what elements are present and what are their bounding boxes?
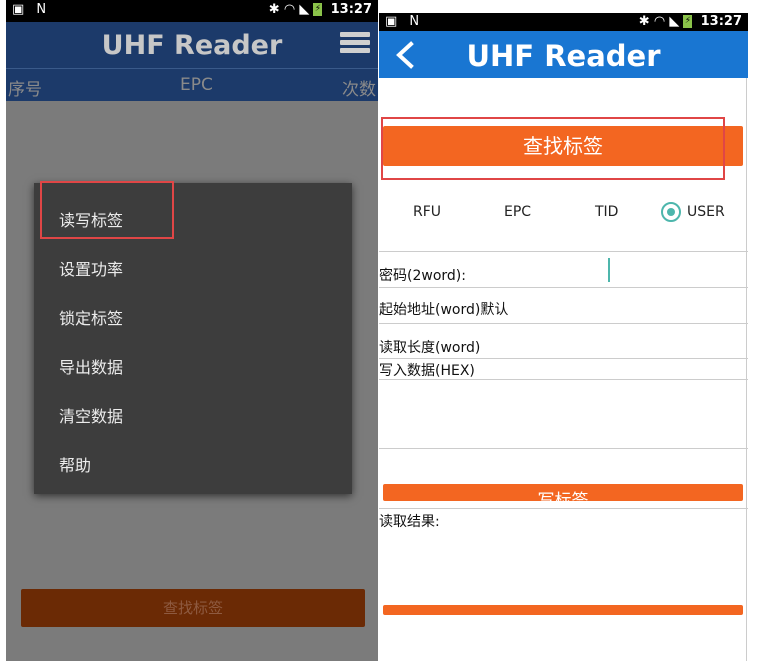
menu-item-export-data[interactable]: 导出数据 xyxy=(59,354,123,378)
bluetooth-icon: ✱ xyxy=(268,2,280,17)
wifi-icon: ◠ xyxy=(283,2,296,17)
read-result-label: 读取结果: xyxy=(379,514,440,530)
write-data-input[interactable] xyxy=(379,380,748,448)
table-header: 序号 EPC 次数 xyxy=(6,68,378,101)
no-sim-icon: ◣ xyxy=(669,14,680,29)
status-bar: ▣ N ✱ ◠ ◣ ⚡ 13:27 xyxy=(379,13,748,31)
status-left-icons: ▣ N xyxy=(385,14,424,29)
app-title: UHF Reader xyxy=(101,30,283,61)
write-tag-label: 写标签 xyxy=(537,491,589,501)
wifi-icon: ◠ xyxy=(653,14,666,29)
status-bar: ▣ N ✱ ◠ ◣ ⚡ 13:27 xyxy=(6,0,378,22)
menu-item-lock-tag[interactable]: 锁定标签 xyxy=(59,305,123,329)
menu-item-help[interactable]: 帮助 xyxy=(59,452,91,476)
highlight-box xyxy=(40,181,174,239)
list-menu-icon[interactable] xyxy=(340,32,370,58)
radio-selected-icon[interactable] xyxy=(661,202,681,222)
write-data-label: 写入数据(HEX) xyxy=(379,363,475,379)
status-time: 13:27 xyxy=(330,2,372,17)
radio-epc[interactable]: EPC xyxy=(504,204,531,220)
bottom-orange-button[interactable] xyxy=(383,605,743,615)
app-title: UHF Reader xyxy=(466,39,661,73)
status-left-icons: ▣ N xyxy=(12,2,51,17)
app-bar: UHF Reader xyxy=(6,22,378,68)
start-address-label: 起始地址(word)默认 xyxy=(379,302,509,318)
bluetooth-icon: ✱ xyxy=(638,14,650,29)
battery-icon: ⚡ xyxy=(683,15,693,28)
read-result-area xyxy=(379,531,748,603)
password-label: 密码(2word): xyxy=(379,268,466,284)
menu-item-clear-data[interactable]: 清空数据 xyxy=(59,403,123,427)
find-tag-button[interactable]: 查找标签 xyxy=(21,589,365,627)
radio-user[interactable]: USER xyxy=(687,204,725,220)
status-right-icons: ✱ ◠ ◣ ⚡ 13:27 xyxy=(269,2,372,17)
battery-icon: ⚡ xyxy=(313,3,323,16)
right-screen: ▣ N ✱ ◠ ◣ ⚡ 13:27 UHF Reader 查找标签 RFU EP… xyxy=(379,13,748,661)
read-length-label: 读取长度(word) xyxy=(379,340,481,356)
password-input-cursor[interactable] xyxy=(608,258,610,282)
highlight-box xyxy=(381,117,725,180)
app-bar: UHF Reader xyxy=(379,31,748,78)
left-screen: ▣ N ✱ ◠ ◣ ⚡ 13:27 UHF Reader 序号 EPC 次数 读… xyxy=(6,0,378,661)
status-right-icons: ✱ ◠ ◣ ⚡ 13:27 xyxy=(639,14,742,29)
radio-tid[interactable]: TID xyxy=(595,204,618,220)
menu-item-set-power[interactable]: 设置功率 xyxy=(59,256,123,280)
write-tag-button[interactable]: 写标签 xyxy=(383,484,743,501)
no-sim-icon: ◣ xyxy=(299,2,310,17)
status-time: 13:27 xyxy=(700,14,742,29)
header-index: 序号 xyxy=(8,80,42,100)
header-epc: EPC xyxy=(180,75,213,95)
header-count: 次数 xyxy=(342,80,376,100)
radio-rfu[interactable]: RFU xyxy=(413,204,441,220)
